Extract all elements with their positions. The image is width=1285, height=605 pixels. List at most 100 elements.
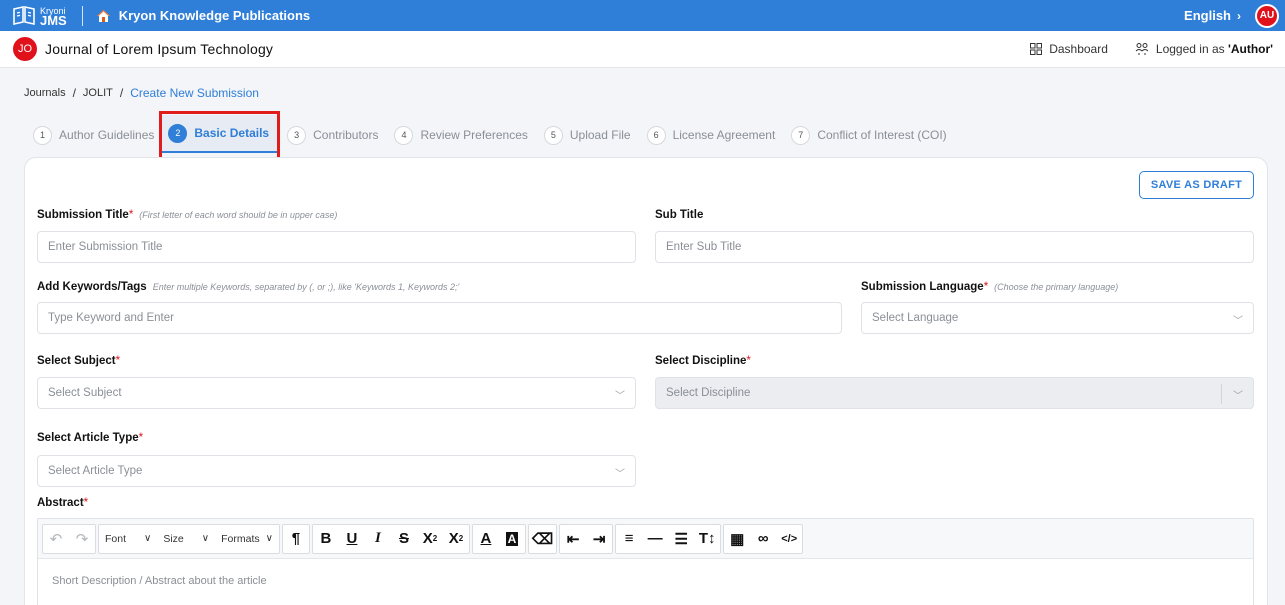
subscript-icon[interactable]: X2	[417, 525, 443, 553]
ordered-list-icon[interactable]: ☰	[668, 525, 694, 553]
block-group: ≡ — ☰ T↕	[615, 523, 722, 554]
step-number: 4	[394, 125, 414, 145]
select-divider	[1221, 384, 1222, 404]
keywords-label: Add Keywords/Tags Enter multiple Keywords…	[37, 281, 459, 293]
dashboard-link[interactable]: Dashboard	[1030, 42, 1108, 56]
paragraph-icon[interactable]: ¶	[283, 525, 309, 553]
bold-icon[interactable]: B	[313, 525, 339, 553]
sub-title-text: Sub Title	[655, 209, 704, 221]
discipline-select[interactable]: Select Discipline ﹀	[655, 377, 1254, 409]
step-number: 6	[646, 125, 666, 145]
abstract-placeholder[interactable]: Short Description / Abstract about the a…	[52, 575, 267, 587]
size-dropdown[interactable]: Size ∨	[157, 525, 215, 553]
paragraph-group: ¶	[281, 523, 310, 554]
keywords-input[interactable]: Type Keyword and Enter	[37, 302, 842, 334]
sub-title-input[interactable]: Enter Sub Title	[655, 231, 1254, 263]
chevron-down-icon: ∨	[265, 533, 273, 544]
required-mark: *	[138, 432, 144, 444]
horizontal-rule-icon[interactable]: —	[642, 525, 668, 553]
users-icon	[1135, 43, 1149, 55]
step-upload-file[interactable]: 5 Upload File	[543, 125, 631, 145]
highlight-annotation	[159, 111, 280, 160]
publisher-name: Kryon Knowledge Publications	[118, 8, 311, 23]
grid-icon	[1030, 43, 1043, 55]
breadcrumb-journals[interactable]: Journals	[24, 87, 66, 99]
step-number: 5	[543, 125, 563, 145]
submission-language-hint: (Choose the primary language)	[994, 282, 1119, 292]
step-label: Contributors	[313, 128, 379, 142]
home-icon	[96, 9, 110, 22]
eraser-icon[interactable]: ⌫	[529, 525, 556, 553]
clear-group: ⌫	[527, 523, 558, 554]
step-label: Review Preferences	[420, 128, 528, 142]
article-type-placeholder: Select Article Type	[48, 465, 143, 477]
save-as-draft-button[interactable]: SAVE AS DRAFT	[1139, 171, 1254, 199]
chevron-down-icon: ﹀	[615, 391, 625, 402]
step-conflict-of-interest[interactable]: 7 Conflict of Interest (COI)	[791, 125, 947, 145]
line-height-icon[interactable]: T↕	[694, 525, 720, 553]
breadcrumb-current: Create New Submission	[130, 86, 259, 100]
step-author-guidelines[interactable]: 1 Author Guidelines	[33, 125, 155, 145]
discipline-label: Select Discipline*	[655, 355, 751, 367]
formats-dropdown[interactable]: Formats ∨	[215, 525, 279, 553]
step-license-agreement[interactable]: 6 License Agreement	[646, 125, 775, 145]
strikethrough-icon[interactable]: S	[391, 525, 417, 553]
article-type-select[interactable]: Select Article Type ﹀	[37, 455, 636, 487]
submission-language-text: Submission Language	[861, 281, 984, 293]
submission-title-label: Submission Title* (First letter of each w…	[37, 209, 337, 221]
user-avatar[interactable]: AU	[1255, 3, 1279, 28]
chevron-right-icon: ›	[1237, 8, 1241, 23]
italic-icon[interactable]: I	[365, 525, 391, 553]
app-logo[interactable]: Kryoni JMS	[12, 0, 67, 31]
insert-group: ▦ ∞ </>	[723, 523, 804, 554]
link-icon[interactable]: ∞	[750, 525, 776, 553]
chevron-down-icon: ﹀	[1233, 391, 1243, 402]
font-color-icon[interactable]: A	[473, 525, 499, 553]
publisher-link[interactable]: Kryon Knowledge Publications	[96, 8, 310, 23]
superscript-icon[interactable]: X2	[443, 525, 469, 553]
journal-header: JO Journal of Lorem Ipsum Technology Das…	[0, 31, 1285, 68]
subject-select[interactable]: Select Subject ﹀	[37, 377, 636, 409]
book-logo-icon	[13, 5, 35, 25]
required-mark: *	[983, 281, 989, 293]
step-review-preferences[interactable]: 4 Review Preferences	[394, 125, 528, 145]
breadcrumb: Journals / JOLIT / Create New Submission	[24, 86, 259, 100]
journal-badge: JO	[13, 37, 37, 61]
outdent-icon[interactable]: ⇤	[560, 525, 586, 553]
topbar-divider	[81, 5, 83, 26]
submission-title-text: Submission Title	[37, 209, 129, 221]
required-mark: *	[746, 355, 751, 367]
submission-language-placeholder: Select Language	[872, 312, 959, 324]
submission-language-label: Submission Language* (Choose the primary …	[861, 281, 1118, 293]
submission-title-input[interactable]: Enter Submission Title	[37, 231, 636, 263]
breadcrumb-separator: /	[72, 86, 76, 100]
abstract-editor: ↶ ↷ Font ∨ Size ∨ Formats ∨ ¶ B U I S X2 X2…	[37, 518, 1254, 605]
step-label: Author Guidelines	[59, 128, 155, 142]
code-view-icon[interactable]: </>	[776, 525, 802, 553]
indent-icon[interactable]: ⇥	[586, 525, 612, 553]
undo-icon[interactable]: ↶	[43, 525, 69, 553]
font-dropdown[interactable]: Font ∨	[99, 525, 157, 553]
keywords-hint: Enter multiple Keywords, separated by (,…	[152, 282, 460, 292]
journal-title: Journal of Lorem Ipsum Technology	[45, 41, 274, 57]
subject-text: Select Subject	[37, 355, 116, 367]
submission-language-select[interactable]: Select Language ﹀	[861, 302, 1254, 334]
size-dropdown-label: Size	[163, 532, 184, 545]
indent-group: ⇤ ⇥	[559, 523, 614, 554]
step-contributors[interactable]: 3 Contributors	[287, 125, 379, 145]
required-mark: *	[115, 355, 121, 367]
language-selector[interactable]: English ›	[1184, 8, 1241, 23]
table-icon[interactable]: ▦	[724, 525, 750, 553]
underline-icon[interactable]: U	[339, 525, 365, 553]
chevron-down-icon: ∨	[201, 533, 210, 544]
highlight-color-icon[interactable]: A	[499, 525, 525, 553]
align-icon[interactable]: ≡	[616, 525, 642, 553]
breadcrumb-jolit[interactable]: JOLIT	[83, 87, 113, 99]
chevron-down-icon: ﹀	[615, 469, 625, 480]
format-dropdowns: Font ∨ Size ∨ Formats ∨	[98, 523, 280, 554]
text-style-group: B U I S X2 X2	[311, 523, 470, 554]
chevron-down-icon: ﹀	[1233, 316, 1243, 327]
article-type-text: Select Article Type	[37, 432, 139, 444]
redo-icon[interactable]: ↷	[69, 525, 95, 553]
font-dropdown-label: Font	[105, 532, 127, 545]
